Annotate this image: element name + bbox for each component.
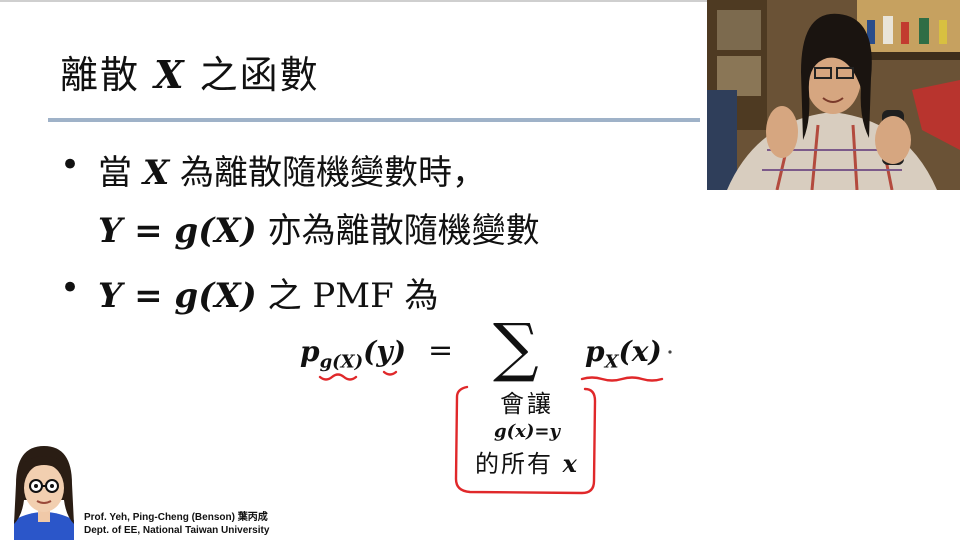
credit-name: Prof. Yeh, Ping-Cheng (Benson) 葉丙成 bbox=[84, 512, 268, 523]
ink-underline-rhs bbox=[580, 376, 664, 382]
ink-underline-lhs-arg bbox=[382, 370, 398, 376]
professor-avatar bbox=[4, 444, 84, 540]
ink-box-condition bbox=[454, 385, 597, 495]
credit-affiliation: Dept. of EE, National Taiwan University bbox=[84, 525, 270, 536]
webcam-video bbox=[707, 0, 960, 190]
presenter-credit: Prof. Yeh, Ping-Cheng (Benson) 葉丙成 Dept.… bbox=[84, 511, 269, 537]
ink-underline-lhs-sub bbox=[318, 373, 358, 381]
